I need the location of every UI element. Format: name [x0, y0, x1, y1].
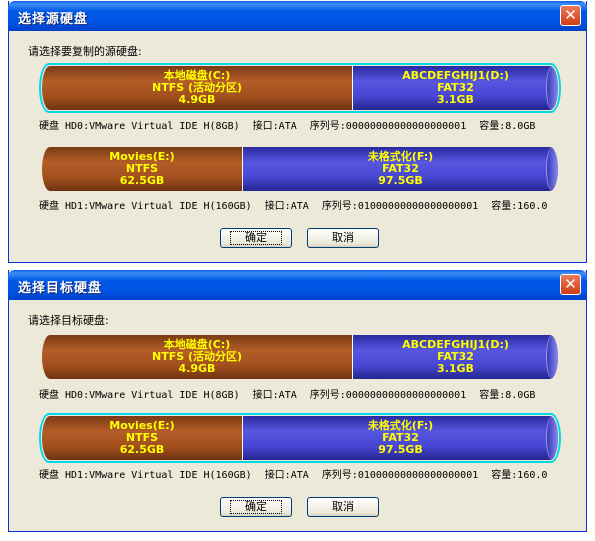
- title-bar[interactable]: 选择源硬盘 ✕: [8, 1, 587, 31]
- partition-size: 97.5GB: [378, 174, 423, 187]
- dialog-title: 选择源硬盘: [18, 12, 89, 27]
- close-icon: ✕: [564, 6, 577, 24]
- select-target-disk-dialog: 选择目标硬盘 ✕ 请选择目标硬盘: 本地磁盘(C:) NTFS (活动分区) 4…: [8, 270, 587, 532]
- partition-size: 4.9GB: [178, 93, 216, 106]
- disk-info-hd1: 硬盘 HD1:VMware Virtual IDE H(160GB) 接口:AT…: [39, 197, 579, 212]
- partition-c[interactable]: 本地磁盘(C:) NTFS (活动分区) 4.9GB: [42, 66, 352, 110]
- dialog-prompt: 请选择目标硬盘:: [28, 314, 109, 327]
- disk-model: 硬盘 HD0:VMware Virtual IDE H(8GB): [39, 121, 240, 132]
- disk-capacity: 容量:160.0: [491, 201, 548, 212]
- disk-info-hd1: 硬盘 HD1:VMware Virtual IDE H(160GB) 接口:AT…: [39, 466, 579, 481]
- ok-label: 确定: [230, 500, 282, 514]
- disk-end-cap: [546, 66, 558, 110]
- cancel-button[interactable]: 取消: [307, 497, 379, 517]
- disk-capacity: 容量:8.0GB: [479, 390, 536, 401]
- disk-serial: 序列号:01000000000000000001: [321, 470, 479, 481]
- partition-size: 3.1GB: [437, 362, 474, 375]
- disk-interface: 接口:ATA: [252, 390, 297, 401]
- ok-button[interactable]: 确定: [220, 497, 292, 517]
- disk-serial: 序列号:00000000000000000001: [309, 121, 467, 132]
- close-button[interactable]: ✕: [560, 5, 581, 26]
- disk-model: 硬盘 HD1:VMware Virtual IDE H(160GB): [39, 470, 252, 481]
- partition-size: 4.9GB: [178, 362, 216, 375]
- disk-end-cap: [546, 416, 558, 460]
- disk-capacity: 容量:8.0GB: [479, 121, 536, 132]
- disk-interface: 接口:ATA: [264, 470, 309, 481]
- partition-e[interactable]: Movies(E:) NTFS 62.5GB: [42, 416, 242, 460]
- disk-hd1[interactable]: Movies(E:) NTFS 62.5GB 未格式化(F:) FAT32 97…: [39, 413, 561, 463]
- partition-d[interactable]: ABCDEFGHIJ1(D:) FAT32 3.1GB: [352, 335, 558, 379]
- disk-interface: 接口:ATA: [264, 201, 309, 212]
- disk-end-cap: [546, 147, 558, 191]
- disk-capacity: 容量:160.0: [491, 470, 548, 481]
- partition-size: 62.5GB: [119, 174, 165, 187]
- partition-d[interactable]: ABCDEFGHIJ1(D:) FAT32 3.1GB: [352, 66, 558, 110]
- close-button[interactable]: ✕: [560, 274, 581, 295]
- disk-info-hd0: 硬盘 HD0:VMware Virtual IDE H(8GB) 接口:ATA …: [39, 386, 579, 401]
- disk-info-hd0: 硬盘 HD0:VMware Virtual IDE H(8GB) 接口:ATA …: [39, 117, 579, 132]
- cancel-button[interactable]: 取消: [307, 228, 379, 248]
- disk-hd0[interactable]: 本地磁盘(C:) NTFS (活动分区) 4.9GB ABCDEFGHIJ1(D…: [39, 332, 561, 382]
- close-icon: ✕: [564, 275, 577, 293]
- partition-e[interactable]: Movies(E:) NTFS 62.5GB: [42, 147, 242, 191]
- disk-bar: 本地磁盘(C:) NTFS (活动分区) 4.9GB ABCDEFGHIJ1(D…: [42, 335, 558, 379]
- title-bar[interactable]: 选择目标硬盘 ✕: [8, 270, 587, 300]
- partition-size: 97.5GB: [378, 443, 423, 456]
- ok-label: 确定: [230, 231, 282, 245]
- select-source-disk-dialog: 选择源硬盘 ✕ 请选择要复制的源硬盘: 本地磁盘(C:) NTFS (活动分区)…: [8, 1, 587, 263]
- disk-hd1[interactable]: Movies(E:) NTFS 62.5GB 未格式化(F:) FAT32 97…: [39, 144, 561, 194]
- partition-c[interactable]: 本地磁盘(C:) NTFS (活动分区) 4.9GB: [42, 335, 352, 379]
- disk-hd0[interactable]: 本地磁盘(C:) NTFS (活动分区) 4.9GB ABCDEFGHIJ1(D…: [39, 63, 561, 113]
- partition-size: 62.5GB: [119, 443, 165, 456]
- disk-interface: 接口:ATA: [252, 121, 297, 132]
- disk-model: 硬盘 HD1:VMware Virtual IDE H(160GB): [39, 201, 252, 212]
- disk-serial: 序列号:00000000000000000001: [309, 390, 467, 401]
- disk-bar: Movies(E:) NTFS 62.5GB 未格式化(F:) FAT32 97…: [42, 416, 558, 460]
- disk-serial: 序列号:01000000000000000001: [321, 201, 479, 212]
- disk-bar: 本地磁盘(C:) NTFS (活动分区) 4.9GB ABCDEFGHIJ1(D…: [42, 66, 558, 110]
- partition-size: 3.1GB: [437, 93, 474, 106]
- ok-button[interactable]: 确定: [220, 228, 292, 248]
- disk-model: 硬盘 HD0:VMware Virtual IDE H(8GB): [39, 390, 240, 401]
- disk-end-cap: [546, 335, 558, 379]
- partition-f[interactable]: 未格式化(F:) FAT32 97.5GB: [242, 147, 558, 191]
- disk-bar: Movies(E:) NTFS 62.5GB 未格式化(F:) FAT32 97…: [42, 147, 558, 191]
- dialog-prompt: 请选择要复制的源硬盘:: [28, 45, 142, 58]
- partition-f[interactable]: 未格式化(F:) FAT32 97.5GB: [242, 416, 558, 460]
- dialog-title: 选择目标硬盘: [18, 281, 103, 296]
